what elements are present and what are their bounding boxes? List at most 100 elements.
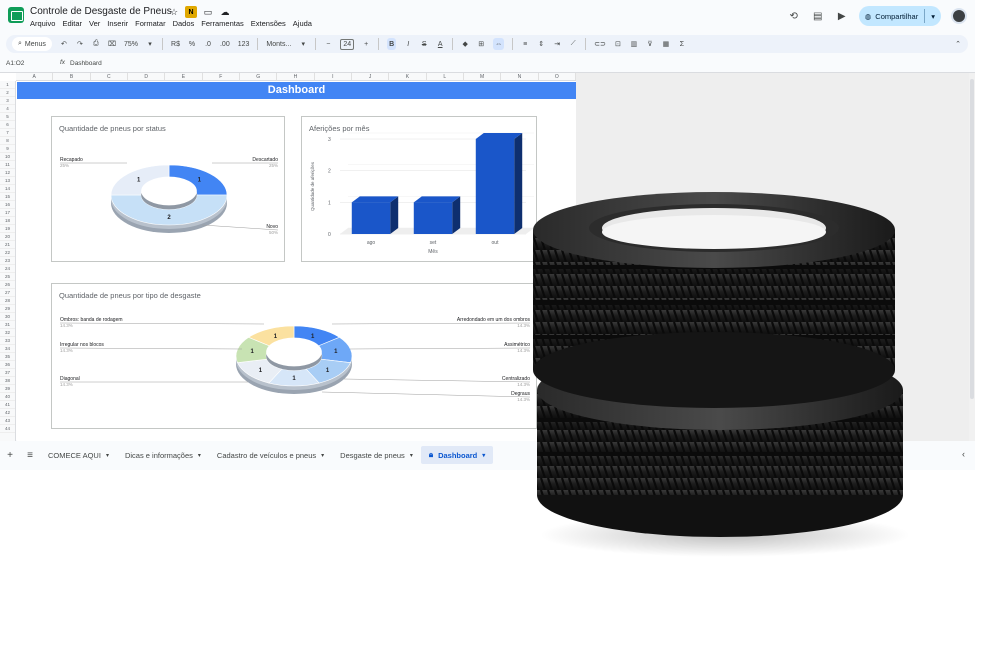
chevron-down-icon[interactable]: ▾ — [198, 452, 201, 459]
tab-dashboard[interactable]: 🔒︎ Dashboard ▾ — [420, 446, 494, 464]
filter-icon[interactable]: ⊽ — [646, 38, 654, 50]
row-header[interactable]: 36 — [0, 361, 15, 369]
scrollbar-thumb[interactable] — [970, 79, 974, 399]
history-icon[interactable]: ⟲ — [787, 9, 801, 23]
undo-icon[interactable]: ↶ — [60, 38, 68, 50]
row-header[interactable]: 44 — [0, 425, 15, 433]
row-header[interactable]: 16 — [0, 201, 15, 209]
star-icon[interactable]: ☆ — [168, 6, 180, 18]
row-header[interactable]: 39 — [0, 385, 15, 393]
row-header[interactable]: 31 — [0, 321, 15, 329]
merge-cells-icon[interactable]: ⇔ — [493, 38, 505, 50]
chevron-down-icon[interactable]: ▾ — [410, 452, 413, 459]
row-header[interactable]: 14 — [0, 185, 15, 193]
row-header[interactable]: 3 — [0, 97, 15, 105]
row-header[interactable]: 6 — [0, 121, 15, 129]
row-header[interactable]: 27 — [0, 289, 15, 297]
menu-formatar[interactable]: Formatar — [135, 19, 165, 28]
row-header[interactable]: 9 — [0, 145, 15, 153]
row-header[interactable]: 17 — [0, 209, 15, 217]
column-header[interactable]: G — [240, 73, 278, 80]
column-header[interactable]: M — [464, 73, 502, 80]
add-sheet-icon[interactable]: + — [0, 450, 20, 461]
row-header[interactable]: 29 — [0, 305, 15, 313]
row-header[interactable]: 15 — [0, 193, 15, 201]
row-header[interactable]: 5 — [0, 113, 15, 121]
row-header[interactable]: 28 — [0, 297, 15, 305]
tab-scroll-left-icon[interactable]: ‹ — [962, 449, 965, 459]
chevron-down-icon[interactable]: ▾ — [482, 452, 485, 459]
chevron-down-icon[interactable]: ▾ — [106, 452, 109, 459]
tab-comece-aqui[interactable]: COMECE AQUI ▾ — [40, 446, 117, 464]
row-header[interactable]: 2 — [0, 89, 15, 97]
extension-icon[interactable]: N — [185, 6, 197, 18]
chevron-down-icon[interactable]: ▾ — [321, 452, 324, 459]
row-header[interactable]: 41 — [0, 401, 15, 409]
menu-inserir[interactable]: Inserir — [107, 19, 128, 28]
dashboard-banner[interactable]: Dashboard — [17, 82, 576, 99]
column-header[interactable]: O — [539, 73, 576, 80]
row-header[interactable]: 35 — [0, 353, 15, 361]
meet-icon[interactable]: ▶ — [835, 9, 849, 23]
fill-color-icon[interactable]: ◆ — [461, 38, 469, 50]
share-dropdown-icon[interactable]: ▾ — [931, 12, 935, 21]
vertical-align-icon[interactable]: ⇕ — [537, 38, 545, 50]
vertical-scrollbar[interactable] — [969, 73, 975, 441]
decrease-font-size-icon[interactable]: − — [324, 38, 332, 50]
row-header[interactable]: 19 — [0, 225, 15, 233]
column-header[interactable]: J — [352, 73, 390, 80]
collapse-toolbar-icon[interactable]: ⌃ — [954, 38, 962, 50]
row-header[interactable]: 4 — [0, 105, 15, 113]
row-header[interactable]: 43 — [0, 417, 15, 425]
zoom-select[interactable]: 75% — [124, 38, 138, 50]
decrease-decimal-button[interactable]: .0 — [204, 38, 212, 50]
column-header[interactable]: N — [501, 73, 539, 80]
column-header[interactable]: D — [128, 73, 166, 80]
column-header[interactable]: A — [16, 73, 54, 80]
share-button[interactable]: ◍ Compartilhar ▾ — [858, 6, 941, 26]
formula-input[interactable]: Dashboard — [70, 60, 102, 67]
all-sheets-icon[interactable]: ≡ — [20, 450, 40, 461]
row-header[interactable]: 24 — [0, 265, 15, 273]
menu-ferramentas[interactable]: Ferramentas — [201, 19, 244, 28]
row-header[interactable]: 33 — [0, 337, 15, 345]
menu-extensoes[interactable]: Extensões — [251, 19, 286, 28]
row-header[interactable]: 18 — [0, 217, 15, 225]
column-header[interactable]: E — [165, 73, 203, 80]
increase-font-size-icon[interactable]: + — [362, 38, 370, 50]
menu-editar[interactable]: Editar — [62, 19, 82, 28]
row-header[interactable]: 13 — [0, 177, 15, 185]
number-format-button[interactable]: 123 — [238, 38, 250, 50]
row-header[interactable]: 40 — [0, 393, 15, 401]
bold-icon[interactable]: B — [387, 38, 397, 50]
font-family-select[interactable]: Monts... — [266, 38, 291, 50]
insert-chart-icon[interactable]: ▥ — [630, 38, 638, 50]
column-header[interactable]: B — [53, 73, 91, 80]
tab-dicas[interactable]: Dicas e informações ▾ — [117, 446, 209, 464]
row-header[interactable]: 23 — [0, 257, 15, 265]
paint-format-icon[interactable]: ⌧ — [108, 38, 116, 50]
comments-icon[interactable]: ▤ — [811, 9, 825, 23]
column-header[interactable]: F — [203, 73, 240, 80]
month-chart[interactable]: 0 1 2 3 ago set out Mês Quantidade de aferições … — [301, 116, 537, 262]
italic-icon[interactable]: I — [404, 38, 412, 50]
row-header[interactable]: 7 — [0, 129, 15, 137]
column-header[interactable]: H — [277, 73, 315, 80]
text-rotate-icon[interactable]: ⟋ — [569, 38, 577, 50]
filter-views-icon[interactable]: ▦ — [662, 38, 670, 50]
insert-comment-icon[interactable]: ⊡ — [614, 38, 622, 50]
borders-icon[interactable]: ⊞ — [477, 38, 485, 50]
row-header[interactable]: 20 — [0, 233, 15, 241]
column-header[interactable]: L — [427, 73, 464, 80]
row-header[interactable]: 32 — [0, 329, 15, 337]
percent-format-button[interactable]: % — [188, 38, 196, 50]
chevron-down-icon[interactable]: ▾ — [146, 38, 154, 50]
tab-cadastro[interactable]: Cadastro de veículos e pneus ▾ — [209, 446, 332, 464]
font-size-input[interactable]: 24 — [340, 38, 355, 50]
menu-arquivo[interactable]: Arquivo — [30, 19, 55, 28]
menu-dados[interactable]: Dados — [173, 19, 195, 28]
search-menus-button[interactable]: ⌕ Menus — [12, 37, 52, 51]
menu-ajuda[interactable]: Ajuda — [293, 19, 312, 28]
row-header[interactable]: 37 — [0, 369, 15, 377]
print-icon[interactable]: ⎙ — [92, 38, 100, 50]
